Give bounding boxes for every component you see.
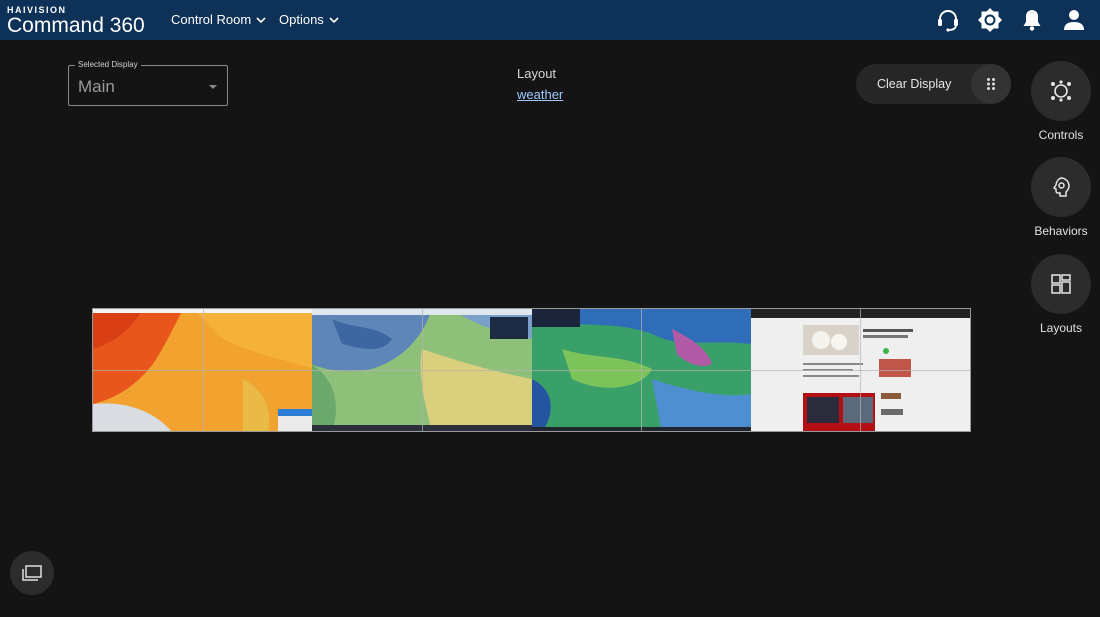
screens-icon — [22, 565, 42, 581]
controls-icon[interactable] — [1031, 61, 1091, 121]
chevron-down-icon — [256, 16, 266, 23]
controls-button[interactable]: Controls — [1026, 61, 1096, 142]
brand-logo[interactable]: HAIVISION Command 360 — [7, 5, 145, 37]
caret-down-icon — [209, 85, 217, 89]
layout-name-link[interactable]: weather — [517, 87, 563, 102]
behaviors-icon[interactable] — [1031, 157, 1091, 217]
top-bar: HAIVISION Command 360 Control Room Optio… — [0, 0, 1100, 40]
control-room-label: Control Room — [171, 12, 252, 27]
options-label: Options — [279, 12, 324, 27]
clear-display-button[interactable]: Clear Display — [877, 77, 951, 91]
brand-product: Command 360 — [7, 14, 145, 37]
layout-title: Layout — [517, 66, 557, 81]
user-icon[interactable] — [1060, 6, 1088, 34]
controls-label: Controls — [1038, 128, 1084, 142]
layout-header: Layout weather — [517, 66, 563, 102]
selected-display-label: Selected Display — [75, 60, 141, 69]
clear-display-group: Clear Display — [856, 64, 1011, 104]
brightness-icon[interactable] — [976, 6, 1004, 34]
display-wall-preview[interactable] — [92, 308, 971, 432]
layouts-button[interactable]: Layouts — [1026, 254, 1096, 335]
selected-display-value: Main — [78, 77, 115, 96]
control-room-menu[interactable]: Control Room — [171, 12, 267, 27]
more-options-icon[interactable] — [971, 64, 1011, 104]
layouts-label: Layouts — [1039, 321, 1083, 335]
behaviors-button[interactable]: Behaviors — [1026, 157, 1096, 238]
chevron-down-icon — [329, 16, 339, 23]
selected-display-select[interactable]: Selected Display Main — [68, 60, 228, 106]
options-menu[interactable]: Options — [279, 12, 340, 27]
layouts-icon[interactable] — [1031, 254, 1091, 314]
headset-icon[interactable] — [934, 6, 962, 34]
bell-icon[interactable] — [1018, 6, 1046, 34]
behaviors-label: Behaviors — [1034, 224, 1088, 238]
screens-button[interactable] — [10, 551, 54, 595]
